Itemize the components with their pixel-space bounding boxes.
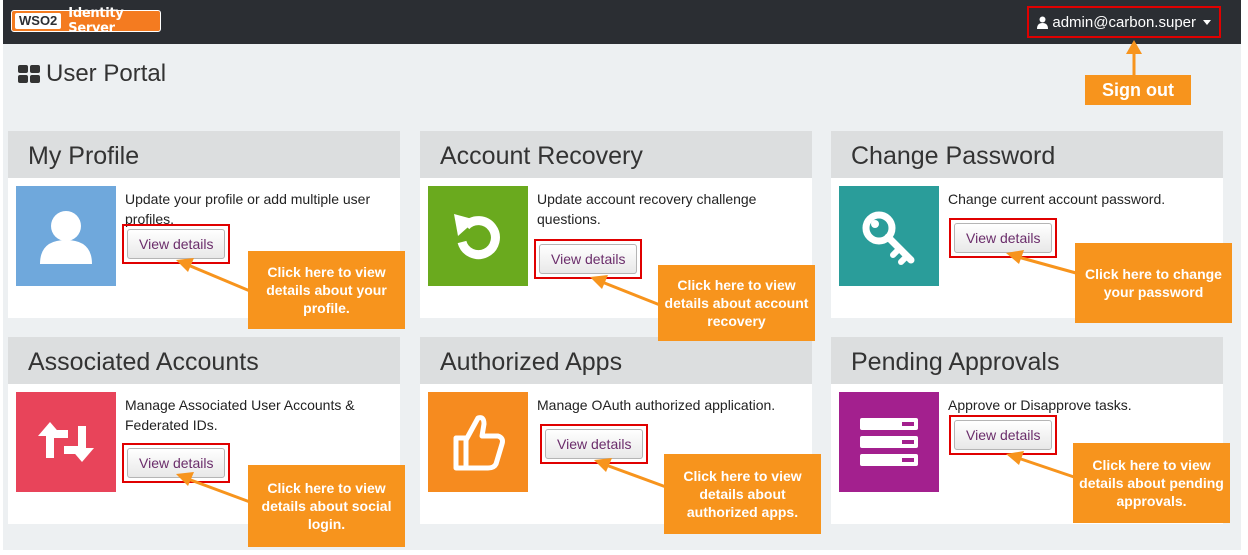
callout-pending-approvals: Click here to view details about pending… [1073,443,1230,523]
highlight-box: View details [949,415,1058,455]
view-details-button[interactable]: View details [127,229,226,259]
panel-title: Change Password [831,131,1223,178]
panel-description: Manage Associated User Accounts & Federa… [125,397,355,433]
logo-mark: WSO2 [15,13,62,29]
wso2-logo[interactable]: WSO2 Identity Server [11,6,161,36]
callout-authorized-apps: Click here to view details about authori… [664,454,821,534]
callout-change-password: Click here to change your password [1075,243,1232,323]
pending-approvals-tile [839,392,939,492]
highlight-box: View details [122,443,231,483]
callout-account-recovery: Click here to view details about account… [658,265,815,341]
highlight-box: View details [540,424,649,464]
user-icon [40,211,92,264]
page-title-text: User Portal [46,60,167,87]
user-icon [1037,16,1049,29]
user-name: admin@carbon.super [1052,13,1196,31]
view-details-button[interactable]: View details [539,244,638,274]
panel-description: Change current account password. [948,191,1166,207]
callout-profile: Click here to view details about your pr… [248,251,405,329]
highlight-box: View details [949,218,1058,258]
logo-text: Identity Server [68,6,124,36]
highlight-box: View details [534,239,643,279]
key-icon [862,211,915,265]
panel-title: My Profile [8,131,400,178]
caret-down-icon [1203,19,1211,25]
panel-description: Manage OAuth authorized application. [537,397,776,413]
signout-callout: Sign out [1085,75,1191,105]
view-details-button[interactable]: View details [127,448,226,478]
change-password-tile [839,186,939,286]
page-title: User Portal [18,60,166,88]
view-details-button[interactable]: View details [954,420,1053,450]
account-recovery-tile [428,186,528,286]
dashboard-icon [18,65,40,83]
view-details-button[interactable]: View details [954,223,1053,253]
user-menu-dropdown[interactable]: admin@carbon.super [1027,6,1221,38]
associated-accounts-tile [16,392,116,492]
top-navbar: WSO2 Identity Server admin@carbon.super [3,0,1241,44]
callout-social-login: Click here to view details about social … [248,465,405,547]
refresh-icon [454,214,500,260]
panel-title: Account Recovery [420,131,812,178]
thumbs-up-icon [453,415,505,471]
highlight-box: View details [122,224,231,264]
authorized-apps-tile [428,392,528,492]
panel-title: Pending Approvals [831,337,1223,384]
panel-title: Authorized Apps [420,337,812,384]
panel-description: Update your profile or add multiple user… [125,191,371,227]
list-icon [860,418,918,466]
panel-title: Associated Accounts [8,337,400,384]
profile-tile [16,186,116,286]
panel-description: Approve or Disapprove tasks. [948,397,1132,413]
retweet-icon [38,422,94,462]
view-details-button[interactable]: View details [545,429,644,459]
panel-description: Update account recovery challenge questi… [537,191,757,227]
